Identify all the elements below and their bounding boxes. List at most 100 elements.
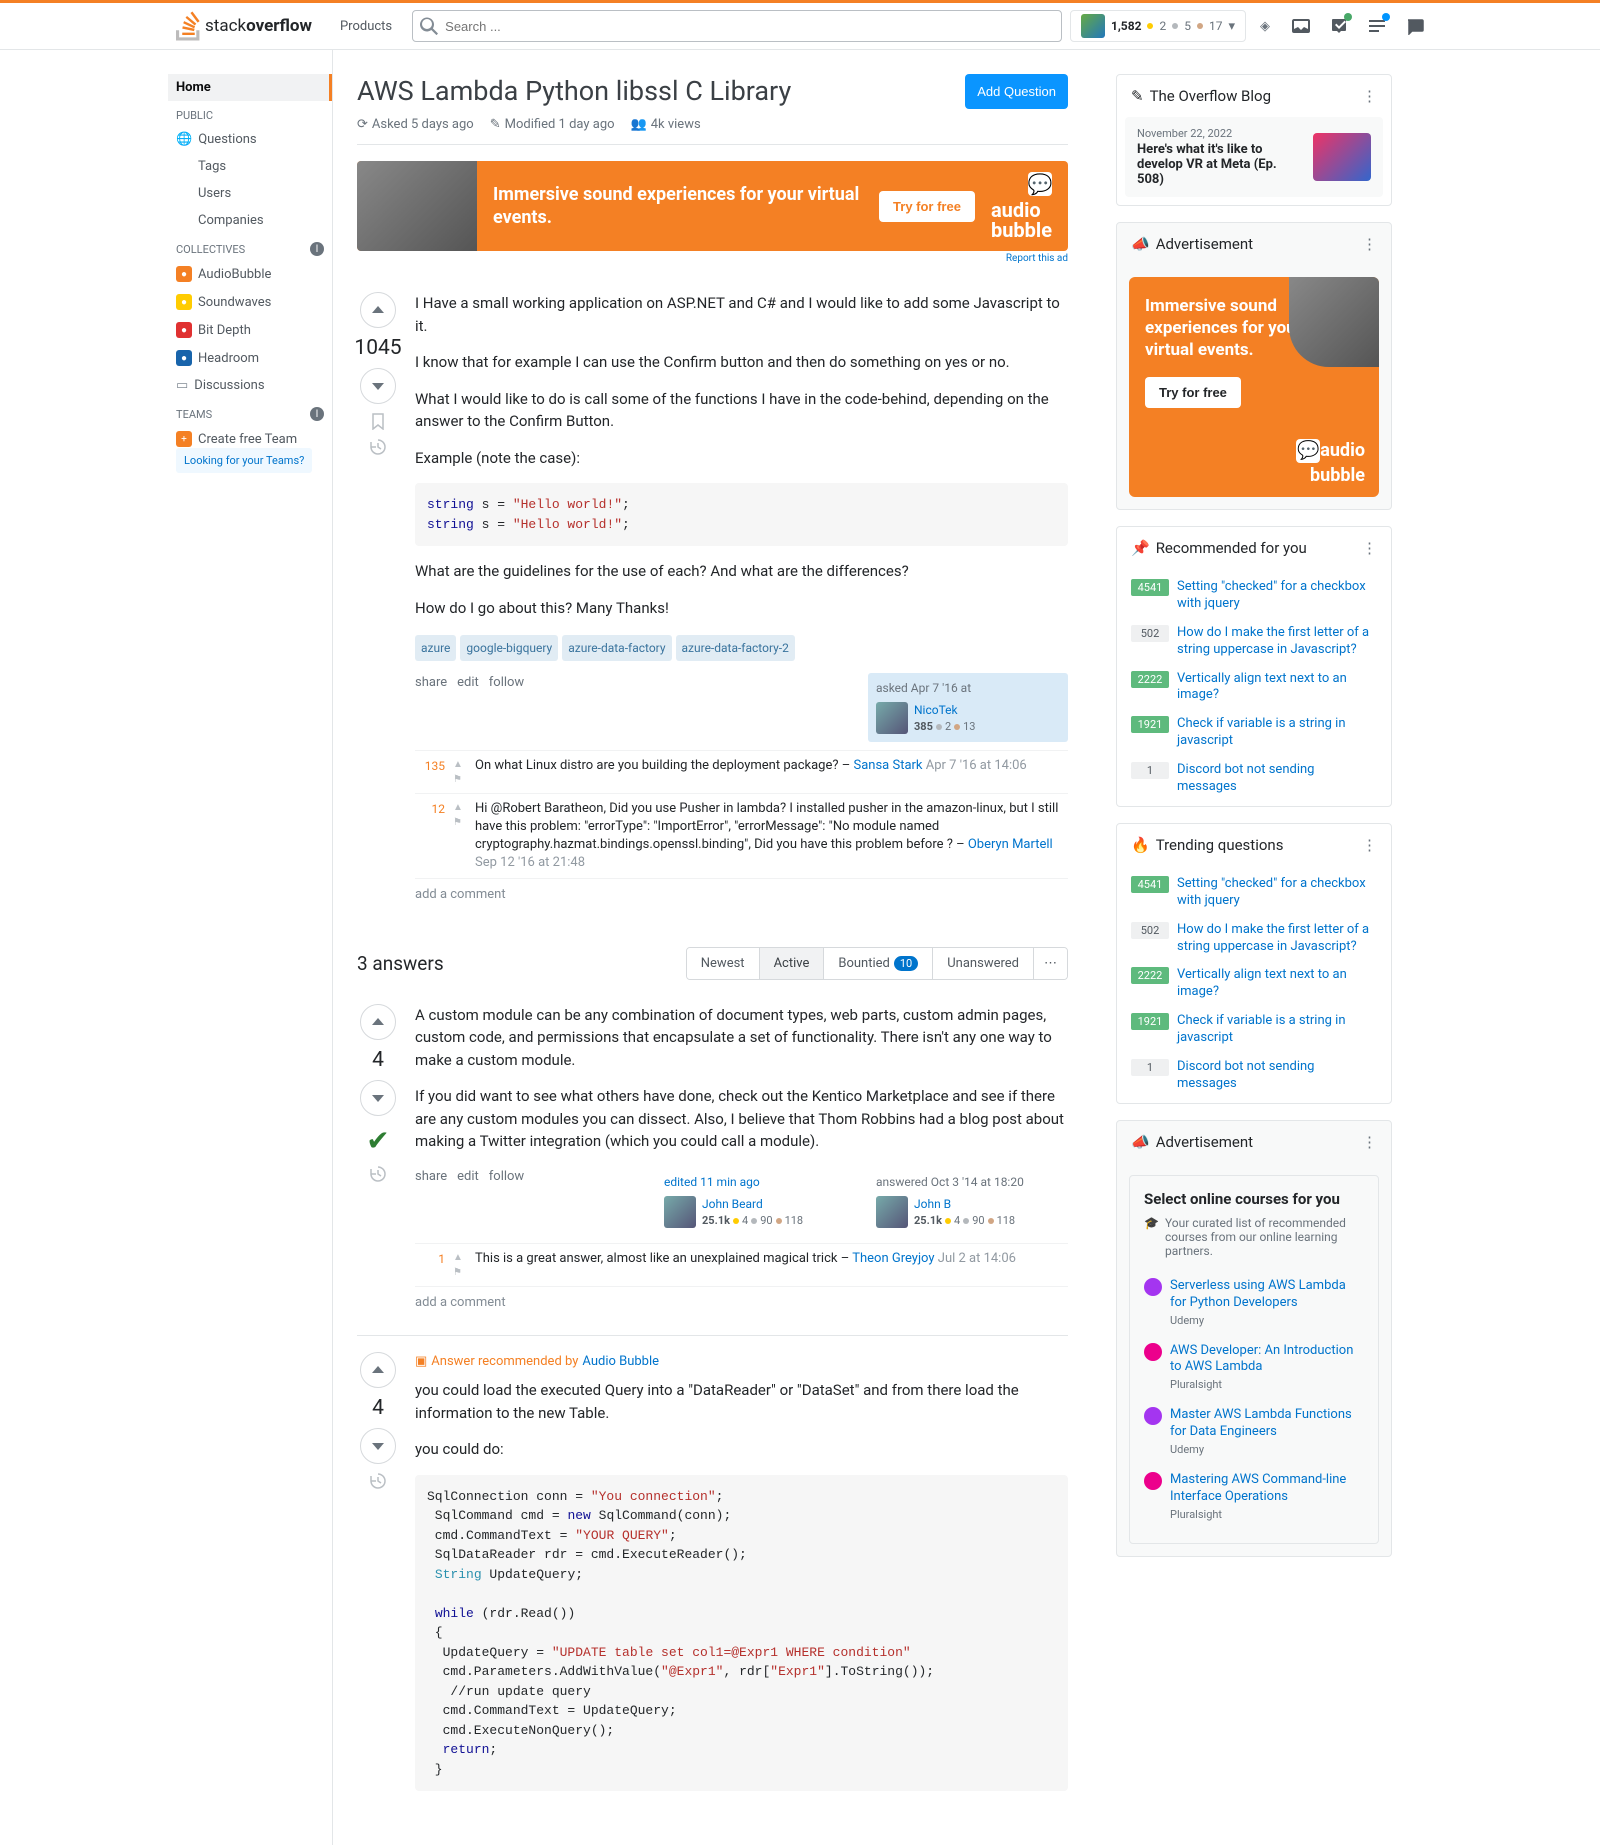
collective-item[interactable]: ●Soundwaves (168, 288, 332, 316)
collective-item[interactable]: ●AudioBubble (168, 260, 332, 288)
silver-badge-icon (1172, 23, 1178, 29)
avatar[interactable] (876, 702, 908, 734)
more-icon[interactable]: ⋮ (1362, 836, 1377, 854)
collective-icon: ● (176, 294, 192, 310)
tab-bountied[interactable]: Bountied10 (824, 948, 933, 979)
score-badge: 2222 (1131, 671, 1169, 688)
add-question-button[interactable]: Add Question (965, 74, 1068, 109)
achievements-icon[interactable] (1322, 9, 1356, 43)
linked-question[interactable]: Check if variable is a string in javascr… (1177, 1013, 1377, 1047)
asker-name[interactable]: NicoTek (914, 703, 958, 717)
course-item: Serverless using AWS Lambda for Python D… (1144, 1270, 1364, 1335)
linked-question[interactable]: Setting "checked" for a checkbox with jq… (1177, 876, 1377, 910)
history-icon[interactable] (369, 438, 387, 456)
edit-link[interactable]: edit (457, 1167, 479, 1187)
vote-score: 4 (372, 1396, 384, 1420)
course-link[interactable]: Master AWS Lambda Functions for Data Eng… (1170, 1407, 1364, 1441)
main-content: AWS Lambda Python libssl C Library Add Q… (332, 50, 1092, 1845)
nav-tags[interactable]: Tags (168, 153, 332, 180)
info-icon[interactable]: i (310, 242, 324, 256)
tab-more[interactable]: ⋯ (1034, 948, 1067, 979)
nav-home[interactable]: Home (168, 74, 332, 101)
downvote-button[interactable] (360, 1428, 396, 1464)
trending-widget: 🔥Trending questions⋮ 4541Setting "checke… (1116, 823, 1392, 1104)
score-badge: 4541 (1131, 579, 1169, 596)
comment-user[interactable]: Oberyn Martell (968, 837, 1053, 852)
tag[interactable]: azure (415, 635, 456, 661)
products-link[interactable]: Products (328, 13, 404, 40)
follow-link[interactable]: follow (489, 673, 524, 693)
collective-item[interactable]: ●Bit Depth (168, 316, 332, 344)
tag[interactable]: google-bigquery (460, 635, 558, 661)
tag[interactable]: azure-data-factory (562, 635, 671, 661)
ad-banner[interactable]: Immersive sound experiences for your vir… (357, 161, 1068, 251)
linked-question[interactable]: Discord bot not sending messages (1177, 1059, 1377, 1093)
comment-user[interactable]: Sansa Stark (854, 758, 923, 773)
share-link[interactable]: share (415, 1167, 447, 1187)
user-box[interactable]: 1,582 2 5 17 ▾ (1070, 10, 1246, 42)
avatar[interactable] (664, 1196, 696, 1228)
inbox-icon[interactable] (1284, 9, 1318, 43)
help-icon[interactable] (1360, 9, 1394, 43)
tab-active[interactable]: Active (760, 948, 825, 979)
nav-questions[interactable]: 🌐Questions (168, 126, 332, 153)
downvote-button[interactable] (360, 368, 396, 404)
ad-square[interactable]: Immersive sound experiences for your vir… (1129, 277, 1379, 497)
history-icon[interactable] (369, 1472, 387, 1490)
more-icon[interactable]: ⋮ (1362, 235, 1377, 253)
comment-user[interactable]: Theon Greyjoy (852, 1251, 934, 1266)
info-icon[interactable]: i (310, 407, 324, 421)
linked-question[interactable]: Vertically align text next to an image? (1177, 671, 1377, 705)
linked-question[interactable]: How do I make the first letter of a stri… (1177, 625, 1377, 659)
globe-icon: 🌐 (176, 132, 192, 147)
linked-question[interactable]: Vertically align text next to an image? (1177, 967, 1377, 1001)
follow-link[interactable]: follow (489, 1167, 524, 1187)
upvote-button[interactable] (360, 1004, 396, 1040)
upvote-button[interactable] (360, 292, 396, 328)
more-icon[interactable]: ⋮ (1362, 87, 1377, 105)
course-link[interactable]: Mastering AWS Command-line Interface Ope… (1170, 1472, 1364, 1506)
avatar[interactable] (876, 1196, 908, 1228)
downvote-button[interactable] (360, 1080, 396, 1116)
collective-item[interactable]: ●Headroom (168, 344, 332, 372)
bookmark-icon[interactable] (369, 412, 387, 430)
nav-discussions[interactable]: ▭Discussions (168, 372, 332, 399)
linked-question[interactable]: Discord bot not sending messages (1177, 762, 1377, 796)
edit-link[interactable]: edit (457, 673, 479, 693)
tab-newest[interactable]: Newest (687, 948, 760, 979)
blog-item[interactable]: November 22, 2022Here's what it's like t… (1125, 117, 1383, 197)
people-icon: 👥 (631, 117, 647, 132)
more-icon[interactable]: ⋮ (1362, 539, 1377, 557)
tag[interactable]: azure-data-factory-2 (676, 635, 795, 661)
spark-icon[interactable]: ◈ (1254, 19, 1276, 34)
fire-icon: 🔥 (1131, 836, 1150, 854)
share-link[interactable]: share (415, 673, 447, 693)
looking-teams[interactable]: Looking for your Teams? (176, 448, 312, 473)
add-comment[interactable]: add a comment (415, 1287, 506, 1319)
left-nav: Home PUBLIC 🌐Questions Tags Users Compan… (168, 50, 332, 1845)
linked-question[interactable]: Setting "checked" for a checkbox with jq… (1177, 579, 1377, 613)
add-comment[interactable]: add a comment (415, 879, 506, 911)
community-icon[interactable] (1398, 9, 1432, 43)
overflow-blog-widget: ✎The Overflow Blog⋮ November 22, 2022Her… (1116, 74, 1392, 206)
tab-unanswered[interactable]: Unanswered (933, 948, 1034, 979)
course-link[interactable]: Serverless using AWS Lambda for Python D… (1170, 1278, 1364, 1312)
logo[interactable]: stackoverflow (168, 11, 320, 41)
report-ad[interactable]: Report this ad (1006, 253, 1068, 264)
avatar (1081, 14, 1105, 38)
search-input[interactable] (412, 10, 1062, 42)
linked-question[interactable]: How do I make the first letter of a stri… (1177, 922, 1377, 956)
ad-cta[interactable]: Try for free (1145, 377, 1241, 408)
chat-icon: ▭ (176, 378, 188, 393)
ad-cta[interactable]: Try for free (879, 191, 975, 222)
linked-question[interactable]: Check if variable is a string in javascr… (1177, 716, 1377, 750)
more-icon[interactable]: ⋮ (1362, 1133, 1377, 1151)
wand-icon: ✎ (490, 117, 501, 132)
history-icon[interactable] (369, 1165, 387, 1183)
nav-companies[interactable]: Companies (168, 207, 332, 234)
nav-teams-header: TEAMSi (168, 399, 332, 425)
course-link[interactable]: AWS Developer: An Introduction to AWS La… (1170, 1343, 1364, 1377)
nav-users[interactable]: Users (168, 180, 332, 207)
editor-card: edited 11 min ago John Beard 25.1k 4 90 … (656, 1167, 856, 1236)
upvote-button[interactable] (360, 1352, 396, 1388)
